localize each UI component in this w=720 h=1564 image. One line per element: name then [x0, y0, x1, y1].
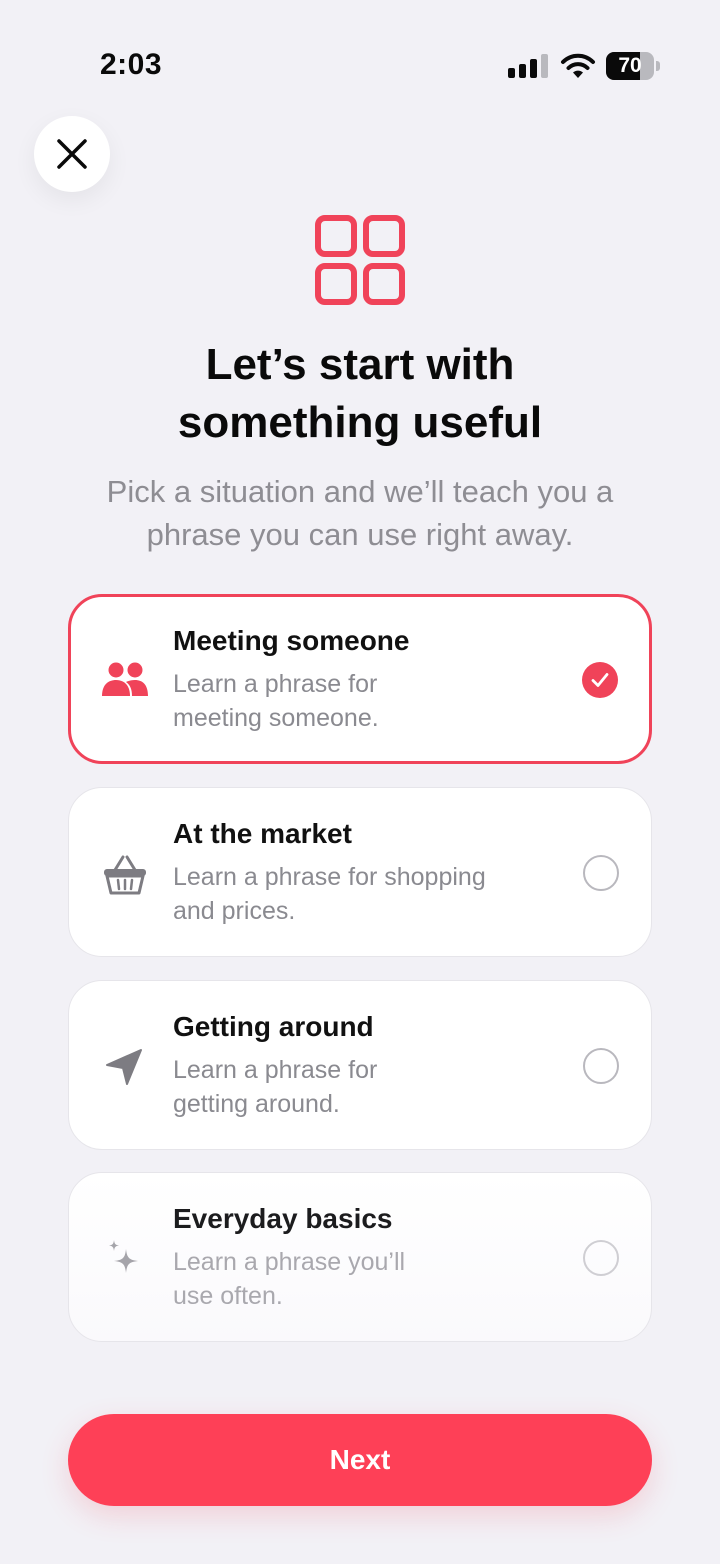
option-everyday-basics[interactable]: Everyday basics Learn a phrase you’ll us… [68, 1172, 652, 1342]
option-description-line: use often. [173, 1282, 283, 1310]
title-line: something useful [177, 398, 543, 447]
option-description: Learn a phrase you’ll use often. [173, 1245, 553, 1313]
status-bar: 2:03 70 [0, 0, 720, 120]
radio-checked[interactable] [582, 662, 618, 698]
subtitle-line: phrase you can use right away. [146, 517, 574, 552]
people-icon [102, 662, 148, 696]
option-description-line: Learn a phrase for [173, 670, 378, 698]
page-title: Let’s start with something useful [60, 336, 660, 452]
option-getting-around[interactable]: Getting around Learn a phrase for gettin… [68, 980, 652, 1150]
wifi-icon [561, 53, 595, 78]
grid-icon [315, 215, 405, 305]
next-button[interactable]: Next [68, 1414, 652, 1506]
option-description-line: Learn a phrase for [173, 1056, 378, 1084]
radio-unchecked[interactable] [583, 1240, 619, 1276]
title-line: Let’s start with [205, 340, 515, 389]
battery-icon: 70 [606, 52, 660, 80]
option-description-line: getting around. [173, 1090, 340, 1118]
option-title: Meeting someone [173, 625, 410, 656]
option-description: Learn a phrase for shopping and prices. [173, 860, 553, 928]
subtitle-line: Pick a situation and we’ll teach you a [106, 474, 614, 509]
page-subtitle: Pick a situation and we’ll teach you a p… [60, 470, 660, 556]
option-title: Everyday basics [173, 1203, 393, 1234]
option-description-line: Learn a phrase you’ll [173, 1248, 406, 1276]
cellular-signal-icon [508, 54, 548, 78]
option-meeting-someone[interactable]: Meeting someone Learn a phrase for meeti… [68, 594, 652, 764]
checkmark-icon [591, 673, 609, 687]
sparkles-icon [109, 1240, 138, 1273]
option-description-line: and prices. [173, 897, 296, 925]
option-title: At the market [173, 818, 352, 849]
close-button[interactable] [34, 116, 110, 192]
radio-unchecked[interactable] [583, 855, 619, 891]
option-description-line: Learn a phrase for shopping [173, 863, 486, 891]
navigation-arrow-icon [106, 1049, 142, 1085]
basket-icon [104, 855, 146, 895]
option-description-line: meeting someone. [173, 704, 379, 732]
option-title: Getting around [173, 1011, 374, 1042]
option-description: Learn a phrase for getting around. [173, 1053, 553, 1121]
battery-level: 70 [618, 54, 642, 77]
status-time: 2:03 [100, 48, 163, 81]
close-icon [57, 139, 87, 169]
option-description: Learn a phrase for meeting someone. [173, 667, 553, 735]
radio-unchecked[interactable] [583, 1048, 619, 1084]
option-at-the-market[interactable]: At the market Learn a phrase for shoppin… [68, 787, 652, 957]
